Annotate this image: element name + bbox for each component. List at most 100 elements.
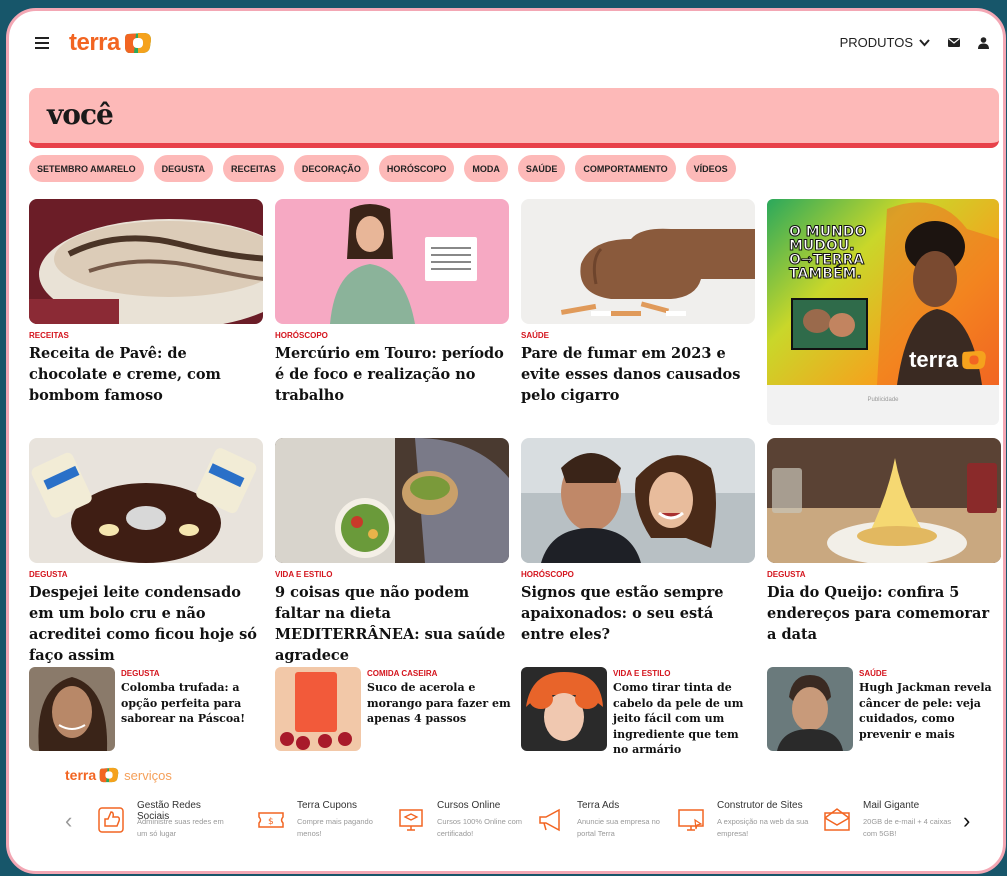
- category-chip[interactable]: SETEMBRO AMARELO: [29, 155, 144, 182]
- monitor-icon: [678, 809, 704, 831]
- article-card[interactable]: SAÚDE Pare de fumar em 2023 e evite esse…: [521, 199, 755, 406]
- ad-brand: terra: [909, 347, 987, 373]
- article-card[interactable]: DEGUSTA Dia do Queijo: confira 5 endereç…: [767, 438, 1001, 645]
- article-tag: DEGUSTA: [121, 669, 160, 678]
- article-thumbnail: [767, 667, 853, 751]
- article-title: 9 coisas que não podem faltar na dieta M…: [275, 584, 506, 664]
- article-title: Colomba trufada: a opção perfeita para s…: [121, 681, 246, 725]
- category-chip[interactable]: COMPORTAMENTO: [575, 155, 676, 182]
- article-tag: DEGUSTA: [29, 570, 68, 579]
- produtos-menu[interactable]: PRODUTOS: [840, 35, 930, 50]
- section-banner: você: [29, 88, 999, 148]
- service-desc: 20GB de e-mail + 4 caixas com 5GB!: [863, 817, 952, 838]
- service-name: Cursos Online: [437, 800, 501, 811]
- article-title: Dia do Queijo: confira 5 endereços para …: [767, 584, 990, 643]
- small-article-card[interactable]: DEGUSTA Colomba trufada: a opção perfeit…: [29, 667, 263, 751]
- service-item[interactable]: Terra Ads Anuncie sua empresa no portal …: [535, 798, 675, 848]
- megaphone-icon: [539, 808, 560, 832]
- logo-text: terra: [69, 29, 120, 56]
- graduation-icon: [399, 809, 423, 831]
- article-tag: VIDA E ESTILO: [613, 669, 671, 678]
- chevron-left-icon[interactable]: ‹: [65, 808, 72, 834]
- service-item[interactable]: Cursos Online Cursos 100% Online com cer…: [395, 798, 535, 848]
- ad-label: Publicidade: [867, 397, 899, 403]
- article-title: Como tirar tinta de cabelo da pele de um…: [613, 681, 744, 756]
- advertisement[interactable]: O MUNDO MUDOU. O→TERRA TAMBÉM. terra Pub…: [767, 199, 999, 425]
- mail-icon[interactable]: [948, 38, 960, 47]
- menu-icon[interactable]: [35, 37, 49, 49]
- article-image: [275, 199, 509, 324]
- article-card[interactable]: RECEITAS Receita de Pavê: de chocolate e…: [29, 199, 263, 406]
- article-thumbnail: [29, 667, 115, 751]
- article-image: [29, 199, 263, 324]
- article-card[interactable]: HORÓSCOPO Mercúrio em Touro: período é d…: [275, 199, 509, 406]
- article-image: [521, 438, 755, 563]
- article-tag: SAÚDE: [521, 331, 550, 340]
- article-tag: HORÓSCOPO: [275, 331, 328, 340]
- ad-headline: O MUNDO MUDOU. O→TERRA TAMBÉM.: [788, 224, 867, 282]
- article-card[interactable]: DEGUSTA Despejei leite condensado em um …: [29, 438, 263, 666]
- article-title: Receita de Pavê: de chocolate e creme, c…: [29, 345, 221, 404]
- category-chip[interactable]: MODA: [464, 155, 508, 182]
- services-heading: terra serviços: [65, 767, 172, 783]
- service-name: Terra Cupons: [297, 800, 358, 811]
- article-card[interactable]: HORÓSCOPO Signos que estão sempre apaixo…: [521, 438, 755, 645]
- category-chip[interactable]: VÍDEOS: [685, 155, 736, 182]
- category-chip[interactable]: DECORAÇÃO: [293, 155, 369, 182]
- chevron-down-icon: [919, 38, 930, 46]
- article-title: Pare de fumar em 2023 e evite esses dano…: [521, 345, 741, 404]
- small-article-card[interactable]: COMIDA CASEIRA Suco de acerola e morango…: [275, 667, 511, 751]
- service-item[interactable]: Construtor de Sites A exposição na web d…: [675, 798, 815, 848]
- service-name: Construtor de Sites: [717, 800, 803, 811]
- terra-logo[interactable]: terra: [69, 29, 152, 57]
- service-desc: Administre suas redes em um só lugar: [137, 817, 224, 838]
- thumbs-up-icon: [98, 807, 124, 833]
- article-title: Signos que estão sempre apaixonados: o s…: [521, 584, 724, 643]
- category-chip[interactable]: DEGUSTA: [153, 155, 214, 182]
- category-chip[interactable]: RECEITAS: [223, 155, 284, 182]
- article-tag: DEGUSTA: [767, 570, 806, 579]
- service-item[interactable]: Gestão Redes Sociais Administre suas red…: [95, 798, 235, 848]
- service-desc: Anuncie sua empresa no portal Terra: [577, 817, 660, 838]
- article-tag: SAÚDE: [859, 669, 888, 678]
- article-title: Suco de acerola e morango para fazer em …: [367, 681, 511, 725]
- service-desc: Compre mais pagando menos!: [297, 817, 373, 838]
- category-chip[interactable]: SAÚDE: [517, 155, 566, 182]
- article-title: Mercúrio em Touro: período é de foco e r…: [275, 345, 504, 404]
- produtos-label: PRODUTOS: [839, 35, 913, 50]
- article-image: [767, 438, 1001, 563]
- article-image: [521, 199, 755, 324]
- small-article-card[interactable]: SAÚDE Hugh Jackman revela câncer de pele…: [767, 667, 1001, 751]
- article-card[interactable]: VIDA E ESTILO 9 coisas que não podem fal…: [275, 438, 509, 666]
- ticket-icon: $: [258, 812, 284, 828]
- article-thumbnail: [275, 667, 361, 751]
- services-title: serviços: [124, 767, 172, 783]
- article-title: Despejei leite condensado em um bolo cru…: [29, 584, 257, 664]
- services-brand: terra: [65, 767, 97, 783]
- terra-mark-icon: [99, 767, 119, 783]
- chevron-right-icon[interactable]: ›: [963, 808, 970, 834]
- article-image: [275, 438, 509, 563]
- category-chip[interactable]: HORÓSCOPO: [378, 155, 455, 182]
- ad-image: O MUNDO MUDOU. O→TERRA TAMBÉM. terra: [767, 199, 999, 385]
- service-item[interactable]: $ Terra Cupons Compre mais pagando menos…: [255, 798, 395, 848]
- terra-mark-icon: [962, 350, 986, 370]
- category-nav: SETEMBRO AMARELO DEGUSTA RECEITAS DECORA…: [29, 155, 736, 182]
- article-tag: HORÓSCOPO: [521, 570, 574, 579]
- service-desc: Cursos 100% Online com certificado!: [437, 817, 523, 838]
- article-tag: COMIDA CASEIRA: [367, 669, 438, 678]
- service-desc: A exposição na web da sua empresa!: [717, 817, 809, 838]
- page-frame: terra PRODUTOS você SETEMBRO AMARELO DEG…: [6, 8, 1006, 874]
- article-tag: VIDA E ESTILO: [275, 570, 333, 579]
- top-bar: terra PRODUTOS: [9, 11, 1003, 79]
- user-icon[interactable]: [978, 36, 989, 49]
- service-item[interactable]: Mail Gigante 20GB de e-mail + 4 caixas c…: [821, 798, 961, 848]
- article-image: [29, 438, 263, 563]
- service-name: Mail Gigante: [863, 800, 920, 811]
- small-article-card[interactable]: VIDA E ESTILO Como tirar tinta de cabelo…: [521, 667, 755, 756]
- terra-mark-icon: [124, 33, 151, 53]
- service-name: Terra Ads: [577, 800, 620, 811]
- svg-text:$: $: [268, 817, 274, 827]
- article-title: Hugh Jackman revela câncer de pele: veja…: [859, 681, 992, 741]
- services-carousel: ‹ Gestão Redes Sociais Administre suas r…: [65, 798, 979, 848]
